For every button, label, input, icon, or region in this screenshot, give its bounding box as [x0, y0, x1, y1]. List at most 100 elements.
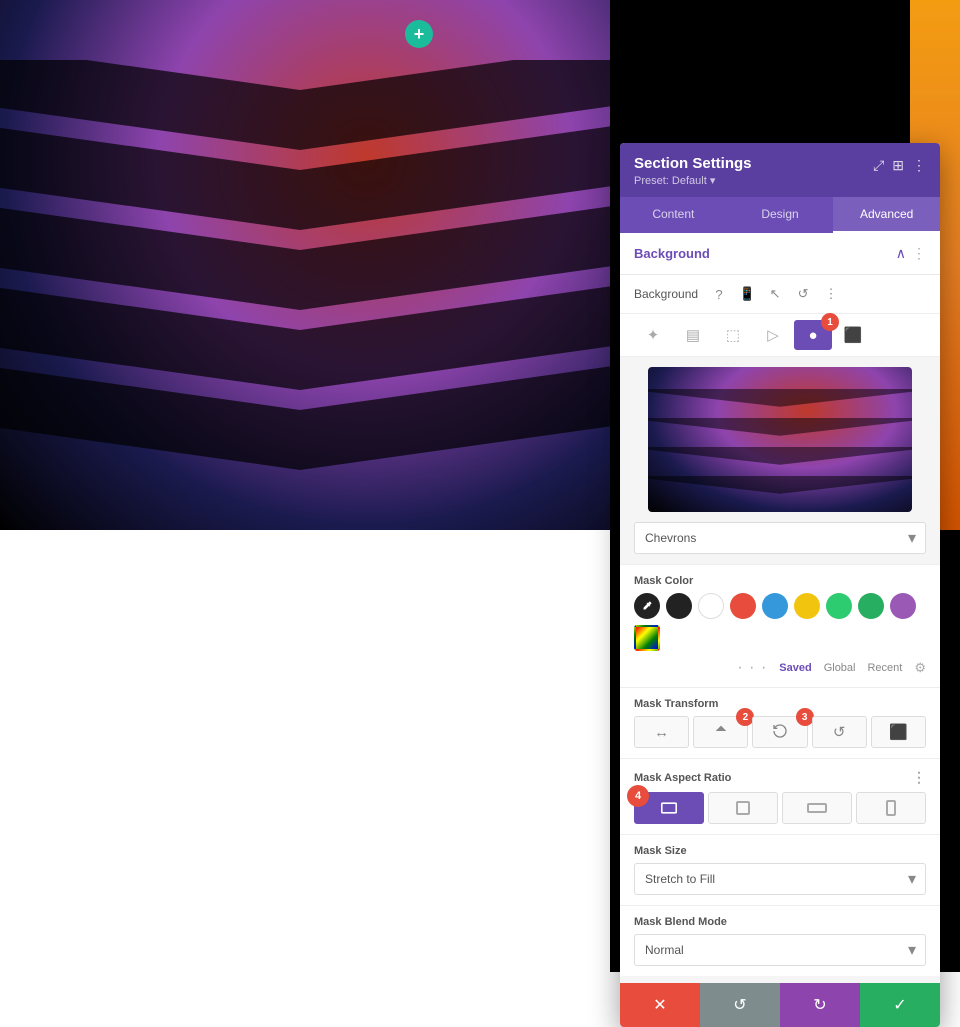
mask-aspect-ratio-label: Mask Aspect Ratio ⋮ [634, 769, 926, 786]
rotate-btn[interactable]: 3 [752, 716, 807, 748]
help-icon-btn[interactable]: ? [708, 283, 730, 305]
transform-buttons: ↔ 2 3 [634, 716, 926, 748]
panel-preset[interactable]: Preset: Default ▾ [634, 174, 752, 187]
bg-more-icon-btn[interactable]: ⋮ [820, 283, 842, 305]
badge-1: 1 [821, 313, 839, 331]
section-settings-panel: Section Settings Preset: Default ▾ ⤢ ⊞ ⋮… [620, 143, 940, 1027]
swatch-red[interactable] [730, 593, 756, 619]
flip-v-btn[interactable]: 2 [693, 716, 748, 748]
aspect-more-icon[interactable]: ⋮ [912, 769, 926, 786]
mask-blend-mode-select[interactable]: Normal Multiply Screen Overlay Darken Li… [634, 934, 926, 966]
mask-color-label: Mask Color [634, 575, 926, 587]
expand-icon[interactable]: ⤢ [873, 157, 884, 174]
preview-container [620, 367, 940, 512]
redo-button[interactable]: ↻ [780, 983, 860, 1027]
reset-icon-btn[interactable]: ↺ [792, 283, 814, 305]
save-button[interactable]: ✓ [860, 983, 940, 1027]
type-tab-gradient[interactable]: ✦ [634, 320, 672, 350]
panel-footer: ✕ ↺ ↻ ✓ [620, 983, 940, 1027]
rotate-icon [772, 723, 788, 742]
mask-size-section: Mask Size Stretch to Fill Tile Tile Hori… [620, 834, 940, 905]
color-tabs-row: · · · Saved Global Recent ⚙ [634, 659, 926, 677]
eyedropper-btn[interactable] [634, 593, 660, 619]
panel-body: Background ∧ ⋮ Background ? 📱 ↖ ↺ ⋮ ✦ ▤ … [620, 233, 940, 983]
aspect-btn-landscape[interactable]: 4 [634, 792, 704, 824]
white-area [0, 530, 610, 972]
mask-transform-section: Mask Transform ↔ 2 [620, 687, 940, 758]
swatch-black[interactable] [666, 593, 692, 619]
color-tab-recent[interactable]: Recent [867, 662, 902, 674]
cancel-icon: ✕ [653, 995, 666, 1015]
type-tab-mask[interactable]: ● 1 [794, 320, 832, 350]
reset-button[interactable]: ↺ [700, 983, 780, 1027]
mask-type-dropdown-row: Chevrons Waves Circles Triangles Arrows [620, 522, 940, 564]
background-type-tabs: ✦ ▤ ⬚ ▷ ● 1 ⬛ [620, 314, 940, 357]
type-tab-color[interactable]: ⬛ [834, 320, 872, 350]
aspect-btn-portrait[interactable] [856, 792, 926, 824]
preview-chev-1 [648, 389, 912, 407]
swatch-multicolor[interactable] [634, 625, 660, 651]
redo-icon: ↻ [813, 995, 826, 1015]
aspect-landscape-icon [661, 802, 677, 814]
invert-btn[interactable]: ⬛ [871, 716, 926, 748]
mask-blend-mode-dropdown-wrapper: Normal Multiply Screen Overlay Darken Li… [634, 934, 926, 966]
swatch-purple[interactable] [890, 593, 916, 619]
color-more-dots[interactable]: · · · [737, 659, 767, 677]
mask-size-dropdown-wrapper: Stretch to Fill Tile Tile Horizontally T… [634, 863, 926, 895]
badge-4: 4 [627, 785, 649, 807]
swatch-blue[interactable] [762, 593, 788, 619]
tab-content[interactable]: Content [620, 197, 727, 233]
color-tab-saved[interactable]: Saved [779, 662, 811, 674]
panel-title-area: Section Settings Preset: Default ▾ [634, 155, 752, 187]
preview-chev-3 [648, 447, 912, 465]
reset-transform-btn[interactable]: ↺ [812, 716, 867, 748]
aspect-buttons: 4 [634, 792, 926, 824]
type-tab-image[interactable]: ▤ [674, 320, 712, 350]
swatch-green-dark[interactable] [858, 593, 884, 619]
aspect-btn-wide[interactable] [782, 792, 852, 824]
add-section-button[interactable]: + [405, 20, 433, 48]
rotate-svg [772, 723, 788, 739]
background-label: Background [634, 287, 698, 301]
cursor-icon-btn[interactable]: ↖ [764, 283, 786, 305]
type-tab-slideshow[interactable]: ▷ [754, 320, 792, 350]
section-more-icon[interactable]: ⋮ [912, 245, 926, 262]
tab-advanced[interactable]: Advanced [833, 197, 940, 233]
panel-header-icons: ⤢ ⊞ ⋮ [873, 157, 926, 174]
eyedropper-icon [641, 600, 653, 612]
mobile-icon-btn[interactable]: 📱 [736, 283, 758, 305]
aspect-btn-square[interactable] [708, 792, 778, 824]
collapse-icon[interactable]: ∧ [896, 245, 906, 262]
aspect-portrait-icon [886, 800, 896, 816]
swatch-green-light[interactable] [826, 593, 852, 619]
type-tab-video[interactable]: ⬚ [714, 320, 752, 350]
panel-tabs: Content Design Advanced [620, 197, 940, 233]
aspect-wide-icon [807, 803, 827, 813]
mask-size-label: Mask Size [634, 845, 926, 857]
mask-transform-label: Mask Transform [634, 698, 926, 710]
mask-type-select[interactable]: Chevrons Waves Circles Triangles Arrows [634, 522, 926, 554]
color-tab-global[interactable]: Global [824, 662, 856, 674]
tab-design[interactable]: Design [727, 197, 834, 233]
section-header-icons: ∧ ⋮ [896, 245, 926, 262]
mask-type-dropdown-wrapper: Chevrons Waves Circles Triangles Arrows [634, 522, 926, 554]
more-icon[interactable]: ⋮ [912, 157, 926, 174]
swatch-white[interactable] [698, 593, 724, 619]
swatch-yellow[interactable] [794, 593, 820, 619]
mask-blend-mode-label: Mask Blend Mode [634, 916, 926, 928]
flip-h-btn[interactable]: ↔ [634, 716, 689, 748]
mask-aspect-ratio-section: Mask Aspect Ratio ⋮ 4 [620, 758, 940, 834]
preview-image [648, 367, 912, 512]
color-settings-icon[interactable]: ⚙ [914, 660, 926, 676]
panel-title: Section Settings [634, 155, 752, 172]
cancel-button[interactable]: ✕ [620, 983, 700, 1027]
chevron-5 [0, 410, 610, 470]
mask-size-select[interactable]: Stretch to Fill Tile Tile Horizontally T… [634, 863, 926, 895]
mask-blend-mode-section: Mask Blend Mode Normal Multiply Screen O… [620, 905, 940, 976]
columns-icon[interactable]: ⊞ [892, 157, 904, 174]
mask-color-section: Mask Color · · · Saved [620, 564, 940, 687]
preview-inner [648, 367, 912, 512]
flip-v-icon [713, 723, 729, 742]
panel-header: Section Settings Preset: Default ▾ ⤢ ⊞ ⋮ [620, 143, 940, 197]
color-swatches [634, 593, 926, 651]
